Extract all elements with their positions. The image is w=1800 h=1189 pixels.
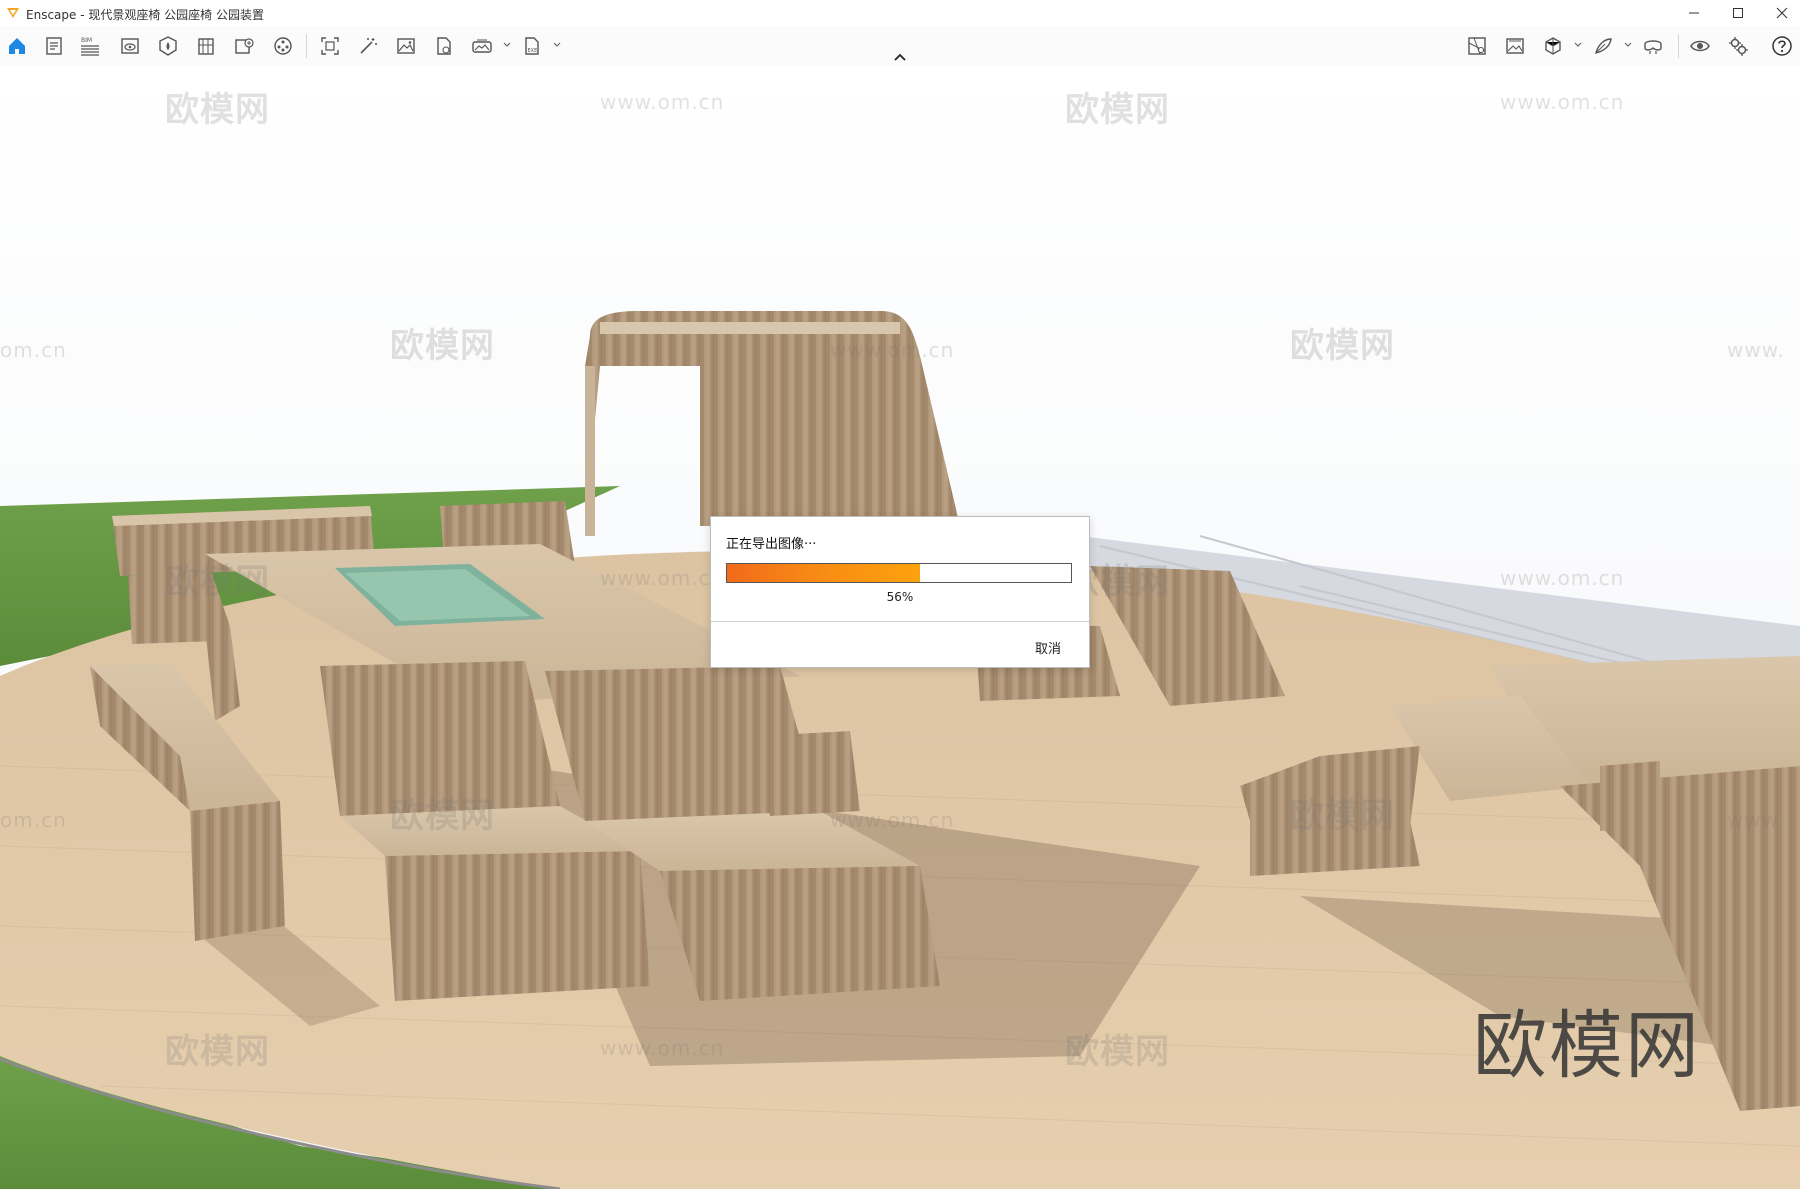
minimize-button[interactable] xyxy=(1672,0,1716,26)
progress-percent-label: 56% xyxy=(886,590,914,604)
video-icon xyxy=(274,37,292,55)
video-button[interactable] xyxy=(271,34,295,58)
title-bar: Enscape - 现代景观座椅 公园座椅 公园装置 xyxy=(0,0,1800,26)
image-button[interactable] xyxy=(394,34,418,58)
panorama-button[interactable] xyxy=(470,34,494,58)
section-icon xyxy=(1545,37,1561,55)
exe-dropdown-caret-icon[interactable] xyxy=(552,40,562,50)
progress-bar-fill xyxy=(727,564,920,582)
window-title: Enscape - 现代景观座椅 公园座椅 公园装置 xyxy=(26,8,264,22)
magic-icon xyxy=(360,38,377,54)
file-button[interactable] xyxy=(432,34,456,58)
export-icon xyxy=(235,38,254,54)
watermark-url-fragment: www. xyxy=(1727,338,1785,362)
minimize-icon xyxy=(1689,12,1699,14)
map-icon xyxy=(1468,37,1486,55)
export-button[interactable] xyxy=(232,34,256,58)
maximize-icon xyxy=(1733,8,1743,18)
help-button[interactable] xyxy=(1770,34,1794,58)
panorama-icon xyxy=(472,39,492,53)
watermark-brand: 欧模网 xyxy=(1065,1032,1170,1072)
visibility-button[interactable] xyxy=(1688,34,1712,58)
close-icon xyxy=(1776,7,1788,19)
home-icon xyxy=(9,38,25,54)
watermark-brand: 欧模网 xyxy=(1290,326,1395,366)
section-button[interactable] xyxy=(1541,34,1565,58)
map-button[interactable] xyxy=(1465,34,1489,58)
progress-bar xyxy=(726,563,1072,583)
watermark-url-fragment: om.cn xyxy=(0,338,67,362)
exe-label: EXE xyxy=(528,48,538,54)
maximize-button[interactable] xyxy=(1716,0,1760,26)
close-button[interactable] xyxy=(1760,0,1800,26)
asset-icon xyxy=(159,36,177,56)
eye-icon xyxy=(1690,40,1710,52)
watermark-url-fragment: www. xyxy=(1727,808,1785,832)
watermark-url: www.om.cn xyxy=(830,338,955,362)
building-icon xyxy=(198,38,214,55)
exe-icon: EXE xyxy=(525,37,539,55)
gallery-icon xyxy=(1506,38,1524,54)
watermark-brand: 欧模网 xyxy=(390,796,495,836)
watermark-brand: 欧模网 xyxy=(165,1032,270,1072)
watermark-brand: 欧模网 xyxy=(165,562,270,602)
view-icon xyxy=(121,38,139,54)
notes-button[interactable] xyxy=(42,34,66,58)
bim-icon: BIM xyxy=(81,37,99,56)
watermark-url: www.om.cn xyxy=(830,808,955,832)
bim-label: BIM xyxy=(81,37,92,44)
watermark-brand: 欧模网 xyxy=(390,326,495,366)
watermark-url: www.om.cn xyxy=(600,1036,725,1060)
home-button[interactable] xyxy=(5,34,29,58)
exe-export-button[interactable]: EXE xyxy=(520,34,544,58)
watermark-brand: 欧模网 xyxy=(1290,796,1395,836)
gallery-button[interactable] xyxy=(1503,34,1527,58)
feather-button[interactable] xyxy=(1591,34,1615,58)
image-icon xyxy=(397,38,415,54)
watermark-brand: 欧模网 xyxy=(1065,90,1170,130)
dialog-message: 正在导出图像··· xyxy=(726,537,817,552)
watermark-url: www.om.cn xyxy=(600,566,725,590)
export-progress-dialog: 正在导出图像··· 56% 取消 xyxy=(710,516,1090,668)
screenshot-icon xyxy=(321,37,339,55)
section-dropdown-caret-icon[interactable] xyxy=(1573,40,1583,50)
bim-button[interactable]: BIM xyxy=(78,34,102,58)
collapse-toolbar-caret-icon[interactable] xyxy=(892,52,908,62)
help-icon xyxy=(1772,36,1792,56)
building-button[interactable] xyxy=(194,34,218,58)
notes-icon xyxy=(46,37,62,55)
panorama-dropdown-caret-icon[interactable] xyxy=(502,40,512,50)
settings-icon xyxy=(1729,37,1748,56)
feather-icon xyxy=(1595,38,1612,54)
magic-button[interactable] xyxy=(356,34,380,58)
watermark-brand-large: 欧模网 xyxy=(1473,1003,1701,1089)
vr-button[interactable] xyxy=(1641,34,1665,58)
view-button[interactable] xyxy=(118,34,142,58)
file-icon xyxy=(437,37,451,55)
cancel-button[interactable]: 取消 xyxy=(1027,634,1069,661)
watermark-url: www.om.cn xyxy=(1500,90,1625,114)
screenshot-button[interactable] xyxy=(318,34,342,58)
settings-button[interactable] xyxy=(1726,34,1750,58)
watermark-url-fragment: om.cn xyxy=(0,808,67,832)
enscape-logo-icon xyxy=(7,8,19,18)
dialog-divider xyxy=(711,621,1089,622)
toolbar-separator-right xyxy=(1678,34,1679,58)
toolbar-separator xyxy=(306,34,307,58)
asset-button[interactable] xyxy=(156,34,180,58)
watermark-url: www.om.cn xyxy=(600,90,725,114)
watermark-brand: 欧模网 xyxy=(165,90,270,130)
watermark-url: www.om.cn xyxy=(1500,566,1625,590)
feather-dropdown-caret-icon[interactable] xyxy=(1623,40,1633,50)
vr-icon xyxy=(1644,40,1662,54)
